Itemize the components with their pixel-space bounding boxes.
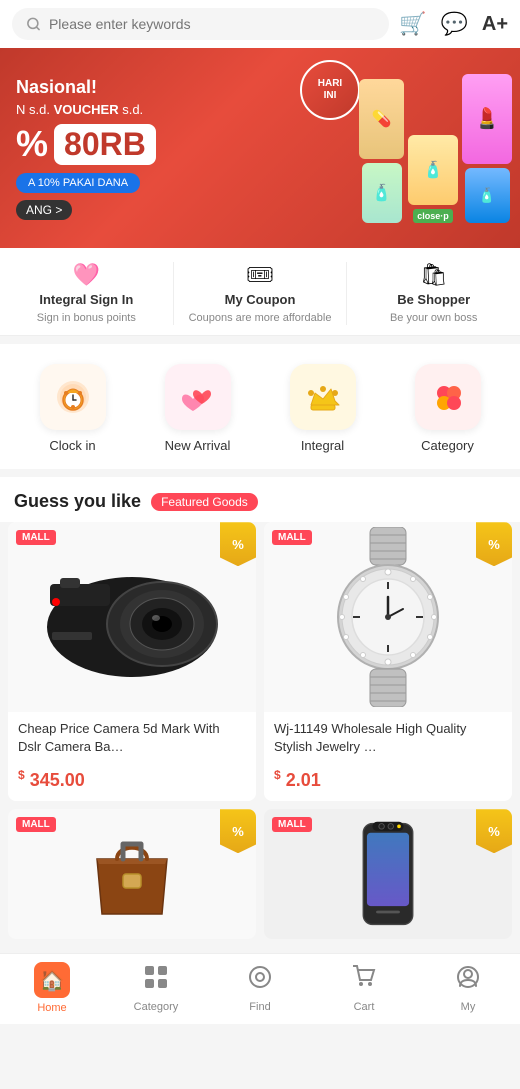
nav-find[interactable]: Find: [208, 964, 312, 1013]
be-shopper-icon: 🛍: [420, 262, 448, 288]
product-mall-badge-bag: MALL: [16, 817, 56, 832]
translate-icon[interactable]: A+: [482, 13, 508, 36]
product-name-watch: Wj-11149 Wholesale High Quality Stylish …: [264, 712, 512, 764]
nav-home-label: Home: [37, 1002, 66, 1014]
product-card-camera[interactable]: MALL %: [8, 522, 256, 801]
my-coupon-subtitle: Coupons are more affordable: [189, 311, 332, 325]
bottom-nav: 🏠 Home Category Find: [0, 953, 520, 1024]
banner-products: 💊 🧴 🧴 close·p 💄 🧴: [320, 48, 520, 248]
search-input[interactable]: [49, 16, 375, 32]
cat-category[interactable]: Category: [403, 364, 493, 453]
cart-nav-icon: [351, 964, 377, 997]
nav-my[interactable]: My: [416, 964, 520, 1013]
new-arrival-label: New Arrival: [165, 438, 231, 453]
clock-in-label: Clock in: [49, 438, 95, 453]
cat-new-arrival[interactable]: New Arrival: [153, 364, 243, 453]
product-currency-camera: $: [18, 768, 25, 782]
quick-action-my-coupon[interactable]: 🎟 My Coupon Coupons are more affordable: [174, 262, 348, 325]
my-coupon-icon: 🎟: [246, 262, 274, 288]
nav-category-label: Category: [134, 1001, 179, 1013]
banner: Nasional! N s.d. VOUCHER s.d. % 80RB A 1…: [0, 48, 520, 248]
product-card-bag[interactable]: MALL %: [8, 809, 256, 939]
nav-home[interactable]: 🏠 Home: [0, 962, 104, 1014]
category-label: Category: [421, 438, 474, 453]
integral-sign-in-title: Integral Sign In: [39, 292, 133, 307]
product-name-camera: Cheap Price Camera 5d Mark With Dslr Cam…: [8, 712, 256, 764]
product-currency-watch: $: [274, 768, 281, 782]
category-nav-icon: [143, 964, 169, 997]
quick-action-be-shopper[interactable]: 🛍 Be Shopper Be your own boss: [347, 262, 520, 325]
banner-nasional: Nasional!: [16, 77, 156, 98]
category-icons-row: Clock in New Arrival: [0, 344, 520, 469]
new-arrival-icon: [165, 364, 231, 430]
search-input-wrap[interactable]: [12, 8, 389, 40]
nav-cart-label: Cart: [354, 1001, 375, 1013]
integral-sign-in-subtitle: Sign in bonus points: [37, 311, 136, 325]
home-icon: 🏠: [34, 962, 70, 998]
phone-svg: [353, 819, 423, 929]
clock-in-icon: [40, 364, 106, 430]
products-grid: MALL %: [0, 522, 520, 809]
nav-my-label: My: [461, 1001, 476, 1013]
find-nav-icon: [247, 964, 273, 997]
product-mall-badge-camera: MALL: [16, 530, 56, 545]
product-price-camera: $ 345.00: [8, 764, 256, 801]
product-card-watch[interactable]: MALL %: [264, 522, 512, 801]
quick-actions: 🩷 Integral Sign In Sign in bonus points …: [0, 248, 520, 336]
integral-sign-in-icon: 🩷: [73, 262, 100, 288]
product-image-watch: MALL %: [264, 522, 512, 712]
featured-badge: Featured Goods: [151, 493, 258, 511]
section-title: Guess you like: [14, 491, 141, 512]
nav-category[interactable]: Category: [104, 964, 208, 1013]
banner-ang-button[interactable]: ANG >: [16, 200, 72, 220]
product-mall-badge-phone: MALL: [272, 817, 312, 832]
cart-icon[interactable]: 🛒: [399, 11, 426, 37]
be-shopper-subtitle: Be your own boss: [390, 311, 477, 325]
cat-integral[interactable]: Integral: [278, 364, 368, 453]
banner-amount: % 80RB: [16, 123, 156, 165]
banner-dana[interactable]: A 10% PAKAI DANA: [16, 173, 140, 193]
product-mall-badge-watch: MALL: [272, 530, 312, 545]
camera-svg: [32, 542, 232, 692]
search-icon: [26, 16, 41, 32]
banner-80rb: 80RB: [54, 124, 156, 165]
search-bar: 🛒 💬 A+: [0, 0, 520, 48]
watch-svg: [318, 527, 458, 707]
my-coupon-title: My Coupon: [225, 292, 296, 307]
my-nav-icon: [455, 964, 481, 997]
product-image-camera: MALL %: [8, 522, 256, 712]
quick-action-integral-sign-in[interactable]: 🩷 Integral Sign In Sign in bonus points: [0, 262, 174, 325]
bag-svg: [87, 824, 177, 924]
chat-icon[interactable]: 💬: [440, 11, 467, 37]
product-percent-badge-watch: %: [476, 522, 512, 566]
product-price-watch: $ 2.01: [264, 764, 512, 801]
section-header: Guess you like Featured Goods: [0, 477, 520, 522]
product-card-phone[interactable]: MALL %: [264, 809, 512, 939]
banner-text: Nasional! N s.d. VOUCHER s.d. % 80RB A 1…: [16, 77, 156, 219]
product-percent-badge-bag: %: [220, 809, 256, 853]
cat-clock-in[interactable]: Clock in: [28, 364, 118, 453]
nav-cart[interactable]: Cart: [312, 964, 416, 1013]
product-percent-badge-phone: %: [476, 809, 512, 853]
product-percent-badge-camera: %: [220, 522, 256, 566]
integral-label: Integral: [301, 438, 344, 453]
be-shopper-title: Be Shopper: [397, 292, 470, 307]
category-icon: [415, 364, 481, 430]
banner-voucher-label: N s.d. VOUCHER s.d.: [16, 102, 156, 117]
integral-icon: [290, 364, 356, 430]
nav-find-label: Find: [249, 1001, 270, 1013]
header-icons: 🛒 💬 A+: [399, 11, 508, 37]
